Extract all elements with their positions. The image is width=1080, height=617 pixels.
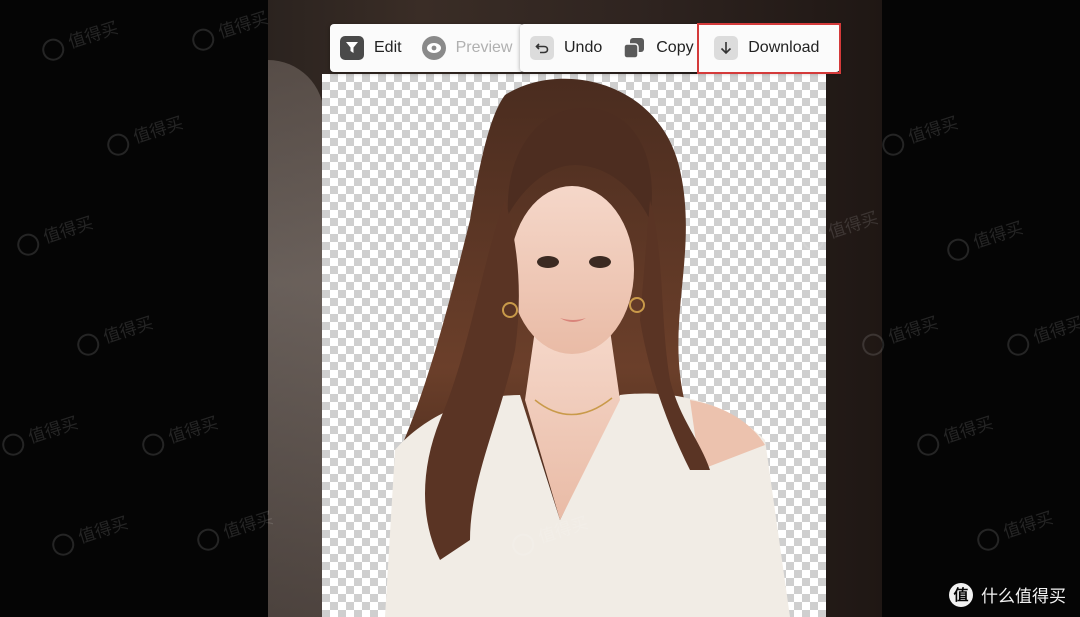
toolbar-right: Undo Copy Download: [520, 24, 840, 72]
brand-mark: 值 什么值得买: [949, 582, 1066, 607]
preview-button[interactable]: Preview: [412, 24, 523, 72]
download-arrow-icon: [714, 36, 739, 60]
funnel-icon: [340, 36, 364, 60]
undo-arrow-icon: [530, 36, 554, 60]
download-button[interactable]: Download: [704, 24, 829, 72]
copy-label: Copy: [656, 39, 694, 56]
copy-icon: [622, 36, 646, 60]
eye-right: [589, 256, 611, 268]
preview-label: Preview: [455, 39, 513, 56]
edit-button[interactable]: Edit: [330, 24, 412, 72]
download-label: Download: [748, 39, 820, 56]
face: [510, 186, 634, 354]
undo-label: Undo: [564, 39, 603, 56]
cutout-portrait: [385, 78, 790, 617]
eye-icon: [421, 36, 446, 60]
eye-left: [537, 256, 559, 268]
toolbar-left: Edit Preview: [330, 24, 524, 72]
edit-label: Edit: [374, 39, 402, 56]
brand-text: 什么值得买: [981, 587, 1066, 606]
brand-logo: 值: [949, 582, 973, 607]
copy-button[interactable]: Copy: [612, 24, 694, 72]
undo-button[interactable]: Undo: [520, 24, 612, 72]
